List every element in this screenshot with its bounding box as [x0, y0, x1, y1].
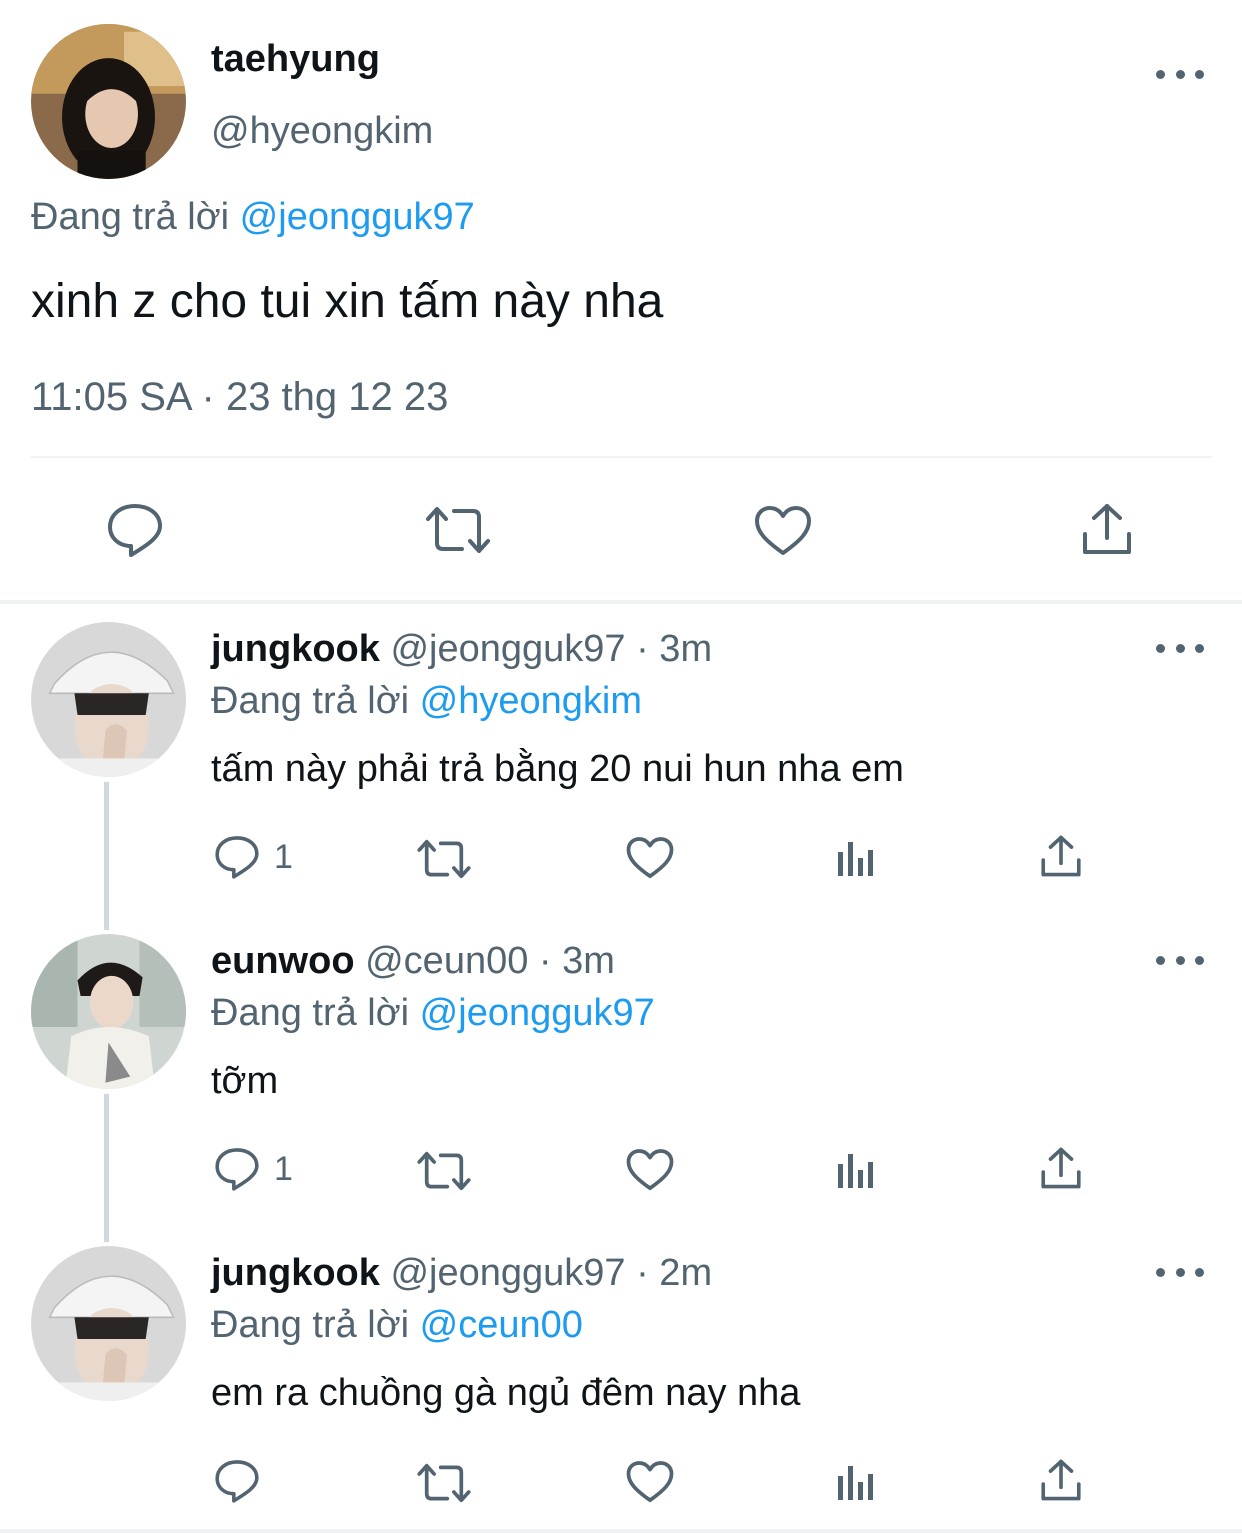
avatar[interactable]: [31, 934, 186, 1089]
retweet-button[interactable]: [416, 838, 472, 880]
reply-icon: [215, 1148, 259, 1191]
share-icon: [1041, 1459, 1081, 1501]
share-button[interactable]: [1081, 502, 1133, 556]
retweet-button[interactable]: [416, 1150, 472, 1192]
analytics-icon: [838, 842, 873, 876]
reply-button[interactable]: [106, 502, 164, 558]
share-button[interactable]: [1040, 834, 1082, 878]
handle-time[interactable]: @jeongguk97 · 3m: [390, 628, 712, 670]
reply-tweet[interactable]: eunwoo @ceun00 · 3m Đang trả lời @jeongg…: [0, 932, 1242, 1232]
reply-count: 1: [274, 837, 293, 876]
reply-button[interactable]: 1: [214, 1146, 293, 1192]
tweet-text: xinh z cho tui xin tấm này nha: [31, 275, 664, 328]
views-button[interactable]: [836, 1462, 876, 1502]
avatar[interactable]: [31, 622, 186, 777]
tweet-text: em ra chuồng gà ngủ đêm nay nha: [211, 1372, 801, 1414]
avatar[interactable]: [31, 1246, 186, 1401]
like-button[interactable]: [754, 505, 812, 557]
views-button[interactable]: [836, 1150, 876, 1190]
mention-link[interactable]: @jeongguk97: [240, 196, 475, 238]
tweet-text: tấm này phải trả bằng 20 nui hun nha em: [211, 748, 904, 790]
like-icon: [626, 1149, 674, 1191]
like-button[interactable]: [626, 1460, 674, 1504]
tweet-timestamp[interactable]: 11:05 SA · 23 thg 12 23: [31, 375, 448, 420]
reply-header: jungkook @jeongguk97 · 2m: [211, 1252, 712, 1295]
avatar[interactable]: [31, 24, 186, 179]
replying-to: Đang trả lời @ceun00: [211, 1304, 583, 1347]
tweet-text: tỡm: [211, 1060, 279, 1102]
retweet-icon: [417, 1463, 471, 1503]
reply-button[interactable]: 1: [214, 834, 293, 880]
replying-to: Đang trả lời @jeongguk97: [31, 196, 475, 239]
reply-header: jungkook @jeongguk97 · 3m: [211, 628, 712, 671]
share-icon: [1041, 835, 1081, 877]
handle-time[interactable]: @ceun00 · 3m: [365, 940, 615, 982]
mention-link[interactable]: @jeongguk97: [420, 992, 655, 1034]
replying-prefix: Đang trả lời: [211, 680, 410, 722]
share-icon: [1041, 1147, 1081, 1189]
retweet-icon: [426, 507, 490, 553]
replying-to: Đang trả lời @jeongguk97: [211, 992, 655, 1035]
analytics-icon: [838, 1154, 873, 1188]
reply-button[interactable]: [214, 1458, 274, 1504]
replying-prefix: Đang trả lời: [211, 992, 410, 1034]
user-handle[interactable]: @hyeongkim: [211, 110, 433, 153]
divider: [0, 600, 1242, 604]
retweet-icon: [417, 839, 471, 879]
replying-prefix: Đang trả lời: [31, 196, 230, 238]
divider: [0, 1529, 1242, 1533]
retweet-button[interactable]: [416, 1462, 472, 1504]
reply-header: eunwoo @ceun00 · 3m: [211, 940, 615, 983]
more-options-icon[interactable]: [1156, 1262, 1204, 1282]
mention-link[interactable]: @ceun00: [420, 1304, 583, 1346]
main-tweet: taehyung @hyeongkim Đang trả lời @jeongg…: [0, 0, 1242, 600]
more-options-icon[interactable]: [1156, 950, 1204, 970]
retweet-icon: [417, 1151, 471, 1191]
reply-tweet[interactable]: jungkook @jeongguk97 · 2m Đang trả lời @…: [0, 1244, 1242, 1529]
like-icon: [755, 506, 811, 555]
like-icon: [626, 1461, 674, 1503]
share-button[interactable]: [1040, 1146, 1082, 1190]
handle-time[interactable]: @jeongguk97 · 2m: [390, 1252, 712, 1294]
replying-prefix: Đang trả lời: [211, 1304, 410, 1346]
like-button[interactable]: [626, 1148, 674, 1192]
reply-icon: [108, 504, 162, 557]
like-button[interactable]: [626, 836, 674, 880]
share-icon: [1083, 504, 1131, 554]
retweet-button[interactable]: [424, 505, 492, 555]
display-name[interactable]: jungkook: [211, 1252, 380, 1294]
reply-tweet[interactable]: jungkook @jeongguk97 · 3m Đang trả lời @…: [0, 620, 1242, 920]
more-options-icon[interactable]: [1156, 64, 1204, 84]
reply-icon: [215, 1460, 259, 1503]
analytics-icon: [838, 1466, 873, 1500]
divider: [31, 456, 1212, 458]
views-button[interactable]: [836, 838, 876, 878]
reply-icon: [215, 836, 259, 879]
display-name[interactable]: eunwoo: [211, 940, 355, 982]
reply-count: 1: [274, 1149, 293, 1188]
more-options-icon[interactable]: [1156, 638, 1204, 658]
display-name[interactable]: jungkook: [211, 628, 380, 670]
share-button[interactable]: [1040, 1458, 1082, 1502]
display-name[interactable]: taehyung: [211, 38, 380, 81]
like-icon: [626, 837, 674, 879]
mention-link[interactable]: @hyeongkim: [420, 680, 642, 722]
replying-to: Đang trả lời @hyeongkim: [211, 680, 642, 723]
